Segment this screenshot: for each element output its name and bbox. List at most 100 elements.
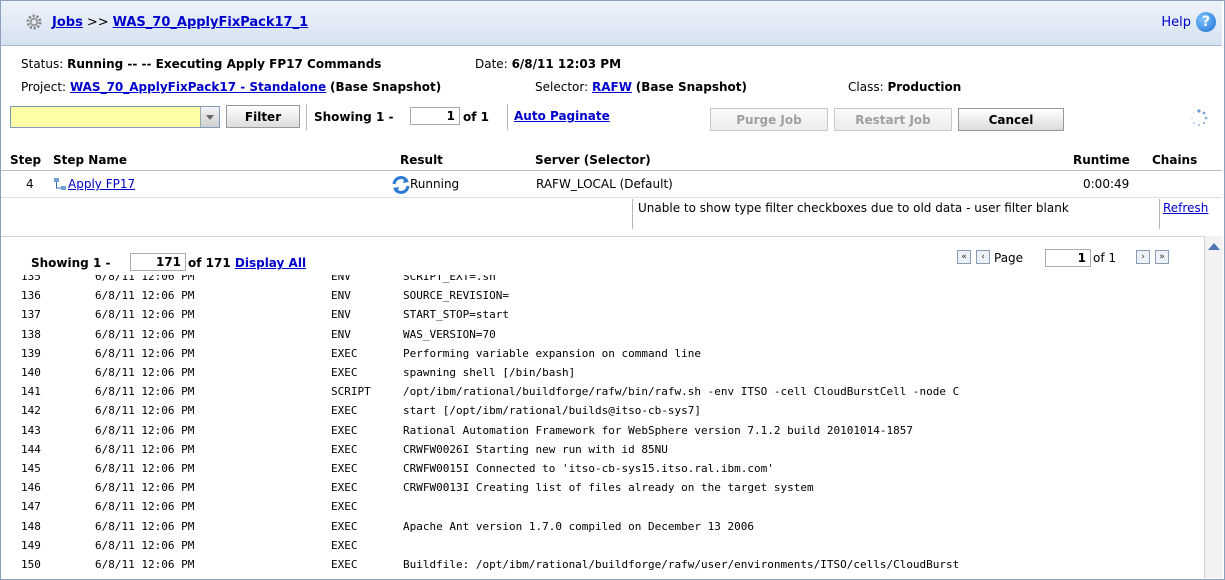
filter-combobox[interactable] <box>10 106 220 128</box>
next-page-icon[interactable]: › <box>1136 250 1150 264</box>
step-page-input[interactable]: 1 <box>410 107 460 125</box>
col-chains[interactable]: Chains <box>1152 153 1197 167</box>
log-date: 6/8/11 12:06 PM <box>95 423 195 437</box>
log-message: SOURCE_REVISION= <box>403 289 509 303</box>
log-date: 6/8/11 12:06 PM <box>95 346 195 360</box>
refresh-divider <box>1159 199 1160 229</box>
display-all-link[interactable]: Display All <box>235 256 306 270</box>
gear-icon <box>26 14 42 30</box>
scroll-up-icon[interactable] <box>1206 238 1222 254</box>
step-row[interactable]: 4 Apply FP17 Running RAFW_LOCAL (Default… <box>1 171 1222 198</box>
project-label: Project: <box>21 80 67 94</box>
refresh-wrap: Refresh <box>1163 201 1208 215</box>
log-line-number: 141 <box>21 385 41 399</box>
log-message: /opt/ibm/rational/buildforge/rafw/bin/ra… <box>403 385 960 399</box>
col-step-name[interactable]: Step Name <box>53 153 127 167</box>
log-line-number: 140 <box>21 366 41 379</box>
col-server[interactable]: Server (Selector) <box>535 153 651 167</box>
help-link[interactable]: Help ? <box>1161 12 1216 32</box>
log-line-number: 147 <box>21 500 41 514</box>
log-type: ENV <box>331 289 351 303</box>
log-message: SCRIPT_EXT=.sh <box>403 275 496 283</box>
auto-paginate-link[interactable]: Auto Paginate <box>514 109 610 123</box>
log-line-number: 135 <box>21 275 41 283</box>
purge-job-button[interactable]: Purge Job <box>710 108 828 131</box>
log-message: Rational Automation Framework for WebSph… <box>403 423 913 437</box>
log-date: 6/8/11 12:06 PM <box>95 462 195 475</box>
log-date: 6/8/11 12:06 PM <box>95 558 195 571</box>
step-result: Running <box>410 177 460 191</box>
log-row: 144 6/8/11 12:06 PM EXEC CRWFW0026I Startin… <box>0 440 1204 459</box>
step-name-cell: Apply FP17 <box>68 177 135 191</box>
step-tree-icon <box>54 178 66 190</box>
refresh-link[interactable]: Refresh <box>1163 201 1208 215</box>
log-line-number: 145 <box>21 462 41 475</box>
status-label: Status: <box>21 57 64 71</box>
log-type: EXEC <box>331 442 358 456</box>
date-label: Date: <box>475 57 508 71</box>
status-line: Status: Running -- -- Executing Apply FP… <box>21 57 381 71</box>
log-date: 6/8/11 12:06 PM <box>95 385 195 399</box>
loading-spinner-icon <box>1191 109 1208 127</box>
running-icon <box>392 176 410 194</box>
toolbar-divider <box>306 104 307 130</box>
filter-button[interactable]: Filter <box>226 105 300 128</box>
last-page-icon[interactable]: » <box>1155 250 1169 264</box>
log-row: 148 6/8/11 12:06 PM EXEC Apache Ant version… <box>0 517 1204 536</box>
log-message: CRWFW0015I Connected to 'itso-cb-sys15.i… <box>403 462 774 475</box>
log-line-number: 149 <box>21 538 41 552</box>
log-row: 150 6/8/11 12:06 PM EXEC Buildfile: /opt/ib… <box>0 555 1204 574</box>
class-value: Production <box>887 80 962 94</box>
log-date: 6/8/11 12:06 PM <box>95 327 195 341</box>
col-runtime[interactable]: Runtime <box>1073 153 1130 167</box>
date-value: 6/8/11 12:03 PM <box>511 57 622 71</box>
page-input[interactable]: 1 <box>1045 249 1091 267</box>
log-line-number: 146 <box>21 481 41 495</box>
log-date: 6/8/11 12:06 PM <box>95 538 195 552</box>
log-date: 6/8/11 12:06 PM <box>95 500 195 514</box>
log-type: EXEC <box>331 423 358 437</box>
log-message: start [/opt/ibm/rational/builds@itso-cb-… <box>403 404 702 418</box>
help-icon[interactable]: ? <box>1196 12 1216 32</box>
chevron-down-icon[interactable] <box>200 107 219 127</box>
log-row: 136 6/8/11 12:06 PM ENV SOURCE_REVISION= <box>0 286 1204 305</box>
project-suffix: (Base Snapshot) <box>330 80 442 94</box>
log-scrollbar[interactable] <box>1204 236 1223 578</box>
warning-divider <box>632 199 633 229</box>
toolbar-divider-2 <box>507 104 508 130</box>
showing-of: of 1 <box>463 110 489 124</box>
step-number: 4 <box>26 177 34 191</box>
restart-job-button[interactable]: Restart Job <box>834 108 952 131</box>
project-link[interactable]: WAS_70_ApplyFixPack17 - Standalone <box>70 80 326 94</box>
prev-page-icon[interactable]: ‹ <box>976 250 990 264</box>
log-message: spawning shell [/bin/bash] <box>403 366 576 379</box>
first-page-icon[interactable]: « <box>957 250 971 264</box>
steps-table-header: Step Step Name Result Server (Selector) … <box>1 150 1222 171</box>
job-name-link[interactable]: WAS_70_ApplyFixPack17_1 <box>113 15 309 30</box>
log-line-number: 139 <box>21 346 41 360</box>
log-table: 135 6/8/11 12:06 PM ENV SCRIPT_EXT=.sh 136 6/… <box>0 275 1204 578</box>
log-date: 6/8/11 12:06 PM <box>95 275 195 283</box>
cancel-button[interactable]: Cancel <box>958 108 1064 131</box>
step-name-link[interactable]: Apply FP17 <box>68 177 135 191</box>
status-value: Running -- -- Executing Apply FP17 Comma… <box>67 57 382 71</box>
log-showing: Showing 1 - <box>31 256 110 270</box>
log-type: EXEC <box>331 481 358 495</box>
log-type: EXEC <box>331 462 358 475</box>
log-row: 138 6/8/11 12:06 PM ENV WAS_VERSION=70 <box>0 325 1204 344</box>
log-message: CRWFW0013I Creating list of files alread… <box>403 481 814 495</box>
selector-suffix: (Base Snapshot) <box>635 80 747 94</box>
selector-link[interactable]: RAFW <box>592 80 632 94</box>
log-showing-of: of 171 <box>188 256 231 270</box>
col-step[interactable]: Step <box>10 153 41 167</box>
log-date: 6/8/11 12:06 PM <box>95 442 195 456</box>
col-result[interactable]: Result <box>400 153 443 167</box>
log-count-input[interactable]: 171 <box>130 253 186 271</box>
log-line-number: 142 <box>21 404 41 418</box>
log-message: WAS_VERSION=70 <box>403 327 496 341</box>
log-date: 6/8/11 12:06 PM <box>95 308 195 322</box>
log-row: 141 6/8/11 12:06 PM SCRIPT/opt/ibm/rationa… <box>0 382 1204 401</box>
log-type: ENV <box>331 275 351 283</box>
selector-line: Selector: RAFW (Base Snapshot) <box>535 80 747 94</box>
jobs-link[interactable]: Jobs <box>52 15 83 30</box>
